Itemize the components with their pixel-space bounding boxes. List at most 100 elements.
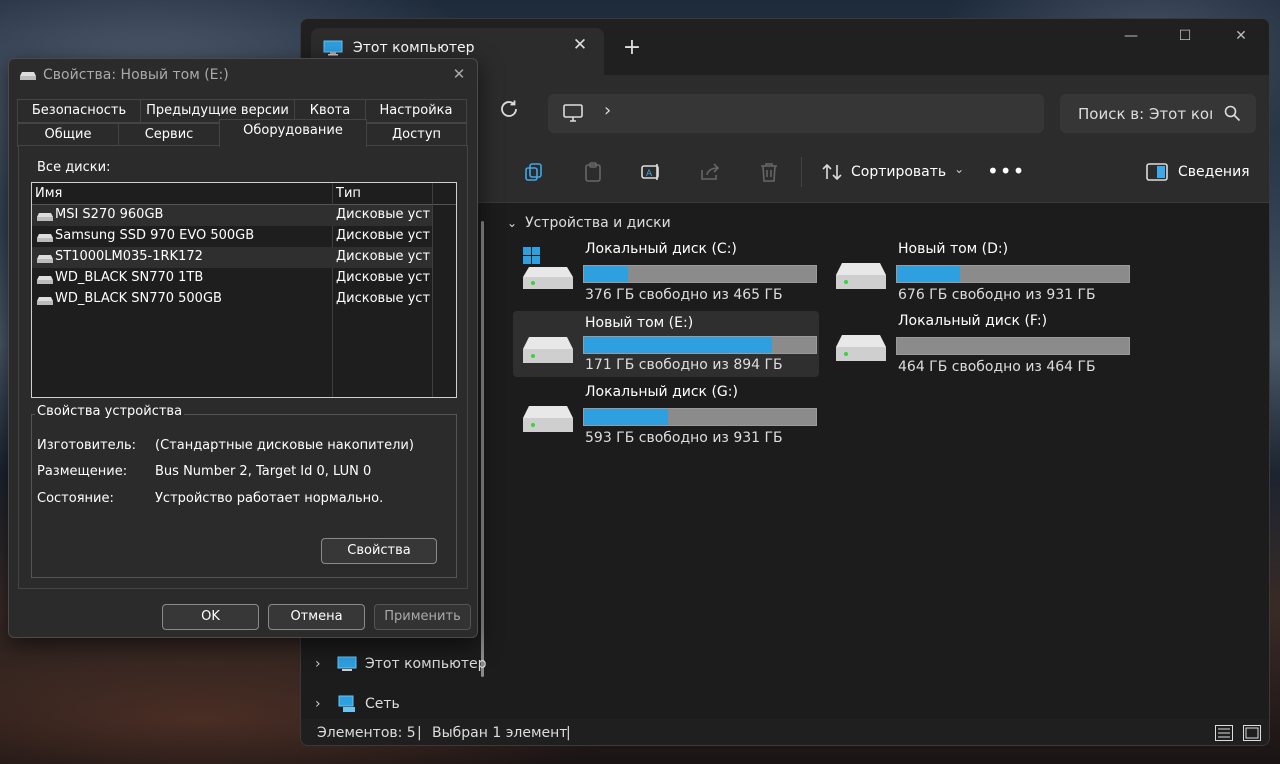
disk-name: MSI S270 960GB	[55, 207, 164, 222]
nav-label: Этот компьютер	[365, 656, 487, 672]
drive-free-space: 464 ГБ свободно из 464 ГБ	[898, 359, 1096, 375]
device-properties-label: Свойства устройства	[35, 404, 185, 419]
nav-scrollbar[interactable]	[481, 221, 484, 677]
sort-icon	[822, 163, 842, 181]
ok-button[interactable]: OK	[162, 604, 259, 630]
usage-bar-fill	[897, 266, 960, 282]
item-count: Элементов: 5	[317, 725, 416, 741]
drive-name: Новый том (D:)	[898, 241, 1009, 257]
tab-tools[interactable]: Сервис	[118, 123, 220, 147]
status-bar: Элементов: 5 | Выбран 1 элемент |	[301, 719, 1269, 745]
copy-icon[interactable]	[523, 161, 545, 183]
nav-label: Сеть	[365, 696, 400, 712]
maximize-button[interactable]: ☐	[1171, 25, 1199, 47]
tab-hardware[interactable]: Оборудование	[219, 119, 367, 147]
usage-bar-fill	[584, 266, 629, 282]
nav-item-network[interactable]: › Сеть	[315, 691, 400, 717]
expand-chevron-icon[interactable]: ›	[315, 656, 329, 672]
dialog-title: Свойства: Новый том (E:)	[43, 67, 229, 83]
share-icon[interactable]	[699, 161, 721, 183]
tab-customize[interactable]: Настройка	[365, 99, 467, 123]
drive-free-space: 376 ГБ свободно из 465 ГБ	[585, 287, 783, 303]
address-field[interactable]: ›	[548, 94, 1044, 133]
tab-general[interactable]: Общие	[17, 123, 119, 147]
paste-icon[interactable]	[582, 161, 604, 183]
group-label: Устройства и диски	[525, 215, 671, 231]
chevron-down-icon: ⌄	[954, 162, 965, 176]
drive-g[interactable]: Локальный диск (G:) 593 ГБ свободно из 9…	[513, 384, 819, 450]
status-separator: |	[417, 725, 422, 741]
details-view-icon[interactable]	[1215, 725, 1233, 741]
search-placeholder: Поиск в: Этот компьютер	[1078, 105, 1212, 123]
hard-drive-icon	[523, 337, 573, 363]
disk-type: Дисковые устройства	[336, 291, 430, 306]
disk-icon	[37, 213, 53, 221]
usage-bar-fill	[584, 337, 772, 353]
system-drive-icon	[523, 247, 573, 289]
selection-count: Выбран 1 элемент	[432, 725, 568, 741]
expand-chevron-icon[interactable]: ›	[315, 696, 329, 712]
drive-name: Новый том (E:)	[585, 315, 694, 331]
content-area: ⌄ Устройства и диски Локальный диск (C:)…	[493, 203, 1269, 719]
device-properties-button[interactable]: Свойства	[321, 538, 437, 564]
search-input[interactable]: Поиск в: Этот компьютер	[1060, 94, 1256, 133]
column-divider	[432, 183, 433, 397]
breadcrumb-chevron-icon[interactable]: ›	[604, 100, 611, 121]
details-pane-icon	[1146, 163, 1168, 181]
list-item[interactable]: Samsung SSD 970 EVO 500GB Дисковые устро…	[32, 226, 432, 247]
list-item[interactable]: MSI S270 960GB Дисковые устройства	[32, 205, 432, 226]
tiles-view-icon[interactable]	[1243, 725, 1261, 741]
delete-icon[interactable]	[758, 161, 780, 183]
dialog-close-icon[interactable]: ✕	[449, 65, 469, 85]
apply-button[interactable]: Применить	[374, 604, 471, 630]
manufacturer-label: Изготовитель:	[37, 438, 136, 453]
tab-sharing[interactable]: Доступ	[366, 123, 467, 147]
tab-close-icon[interactable]: ✕	[569, 34, 591, 56]
more-options-button[interactable]: •••	[987, 159, 1025, 183]
tab-security[interactable]: Безопасность	[17, 99, 141, 123]
drive-d[interactable]: Новый том (D:) 676 ГБ свободно из 931 ГБ	[826, 241, 1132, 307]
list-item[interactable]: ST1000LM035-1RK172 Дисковые устройства	[32, 247, 432, 268]
disk-type: Дисковые устройства	[336, 207, 430, 222]
sort-label: Сортировать	[851, 164, 947, 180]
manufacturer-value: (Стандартные дисковые накопители)	[155, 438, 414, 453]
disk-type: Дисковые устройства	[336, 228, 430, 243]
column-header-name[interactable]: Имя	[35, 186, 62, 201]
drive-name: Локальный диск (C:)	[585, 241, 737, 257]
hardware-panel: Все диски: Имя Тип MSI S270 960GB Дисков…	[18, 145, 468, 589]
disk-name: WD_BLACK SN770 500GB	[55, 291, 222, 306]
group-header-devices[interactable]: ⌄ Устройства и диски	[507, 215, 671, 231]
column-header-type[interactable]: Тип	[336, 186, 361, 201]
list-item[interactable]: WD_BLACK SN770 1TB Дисковые устройства	[32, 268, 432, 289]
refresh-icon[interactable]	[497, 97, 521, 121]
collapse-chevron-icon[interactable]: ⌄	[507, 216, 517, 230]
list-item[interactable]: WD_BLACK SN770 500GB Дисковые устройства	[32, 289, 432, 310]
nav-item-this-pc[interactable]: › Этот компьютер	[315, 651, 487, 677]
disk-type: Дисковые устройства	[336, 270, 430, 285]
drive-free-space: 593 ГБ свободно из 931 ГБ	[585, 430, 783, 446]
disk-type: Дисковые устройства	[336, 249, 430, 264]
status-separator: |	[566, 725, 571, 741]
disk-list[interactable]: Имя Тип MSI S270 960GB Дисковые устройст…	[31, 182, 457, 398]
drive-e[interactable]: Новый том (E:) 171 ГБ свободно из 894 ГБ	[513, 311, 819, 377]
disk-icon	[37, 276, 53, 284]
disk-icon	[37, 255, 53, 263]
list-header: Имя Тип	[32, 183, 456, 205]
minimize-button[interactable]: —	[1117, 25, 1145, 47]
usage-bar	[896, 337, 1130, 355]
sort-button[interactable]: Сортировать ⌄	[821, 159, 964, 185]
drive-f[interactable]: Локальный диск (F:) 464 ГБ свободно из 4…	[826, 313, 1132, 379]
close-window-button[interactable]: ✕	[1227, 25, 1255, 47]
svg-text:A: A	[646, 169, 653, 179]
rename-icon[interactable]: A	[640, 161, 662, 183]
hard-drive-icon	[523, 406, 573, 432]
hard-drive-icon	[836, 263, 886, 289]
monitor-icon	[337, 656, 357, 671]
drive-c[interactable]: Локальный диск (C:) 376 ГБ свободно из 4…	[513, 241, 819, 307]
monitor-icon	[323, 40, 343, 56]
details-pane-button[interactable]: Сведения	[1146, 159, 1250, 185]
disk-name: WD_BLACK SN770 1TB	[55, 270, 204, 285]
location-label: Размещение:	[37, 464, 128, 479]
new-tab-button[interactable]: +	[619, 35, 645, 61]
cancel-button[interactable]: Отмена	[268, 604, 365, 630]
